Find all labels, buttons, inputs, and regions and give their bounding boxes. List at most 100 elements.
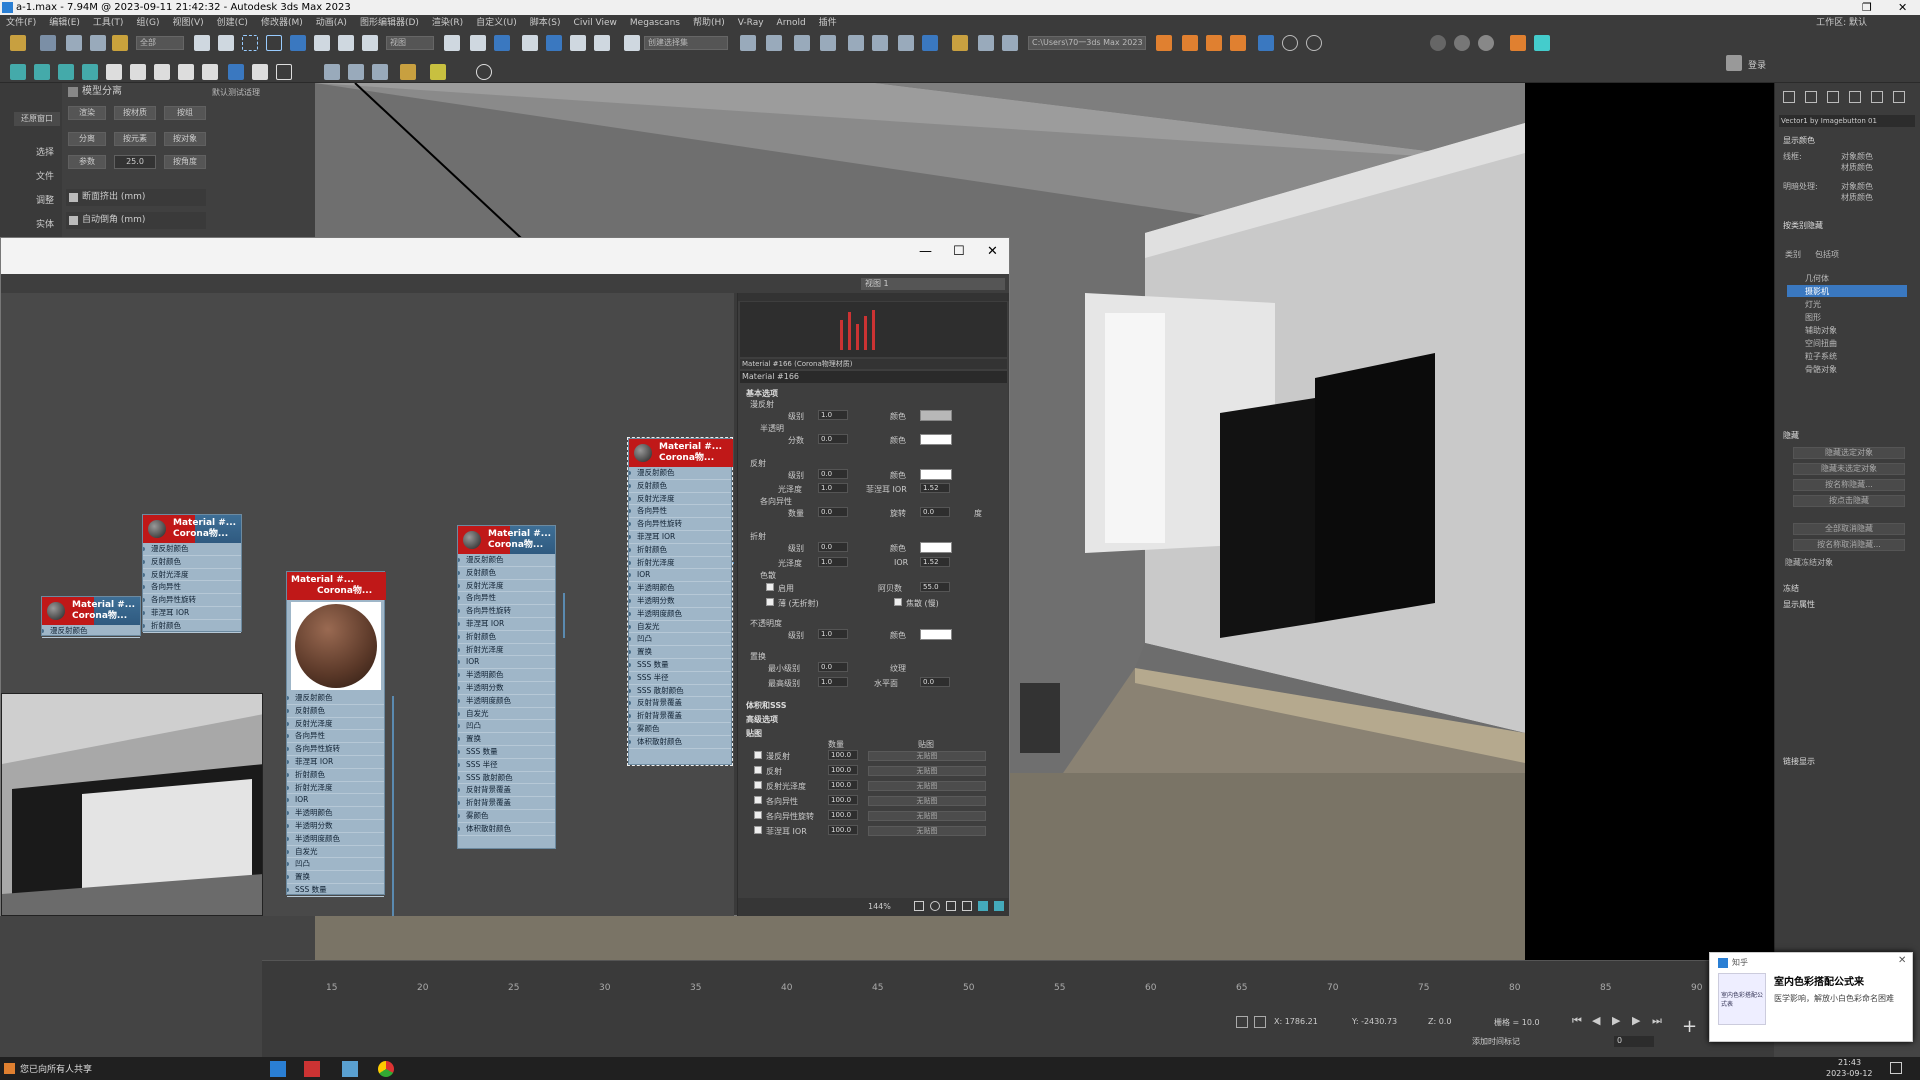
menu-graph-editors[interactable]: 图形编辑器(D) <box>360 15 419 31</box>
max-level-spinner[interactable]: 1.0 <box>818 677 848 687</box>
zoom-extents-icon[interactable] <box>962 901 972 911</box>
filter-helpers[interactable]: 辅助对象 <box>1805 325 1837 336</box>
node-slot[interactable]: 折射背景覆盖 <box>629 710 731 723</box>
play-icon[interactable]: ▶ <box>1612 1014 1620 1027</box>
node-slot[interactable]: 折射光泽度 <box>629 557 731 570</box>
diffuse-color-swatch[interactable] <box>920 410 952 421</box>
basic-options-section[interactable]: 基本选项 <box>746 388 778 399</box>
next-frame-icon[interactable]: ▶ <box>1632 1014 1640 1027</box>
go-to-start-icon[interactable]: ⏮ <box>1572 1014 1582 1028</box>
project-path-dropdown[interactable]: C:\Users\70一3ds Max 2023 <box>1028 36 1146 50</box>
z-coordinate[interactable]: Z: 0.0 <box>1428 1017 1451 1026</box>
menu-file[interactable]: 文件(F) <box>6 15 36 31</box>
undo-icon[interactable] <box>10 35 26 51</box>
node-slot[interactable]: 半透明度颜色 <box>458 695 555 708</box>
refraction-gloss-spinner[interactable]: 1.0 <box>818 557 848 567</box>
abbe-spinner[interactable]: 55.0 <box>920 582 950 592</box>
fresnel-ior-spinner[interactable]: 1.52 <box>920 483 950 493</box>
map-slot-button[interactable]: 无贴图 <box>868 781 986 791</box>
translucency-color-swatch[interactable] <box>920 434 952 445</box>
menu-animation[interactable]: 动画(A) <box>316 15 347 31</box>
opacity-color-swatch[interactable] <box>920 629 952 640</box>
node-slot[interactable]: 反射颜色 <box>629 480 731 493</box>
reflection-color-swatch[interactable] <box>920 469 952 480</box>
filter-camera[interactable]: 摄影机 <box>1805 286 1829 297</box>
node-slot[interactable]: SSS 散射颜色 <box>629 685 731 698</box>
lock-selection-icon[interactable] <box>1254 1016 1266 1028</box>
zoom-region-icon[interactable] <box>946 901 956 911</box>
maps-section[interactable]: 贴图 <box>746 728 762 739</box>
redo-icon[interactable] <box>40 35 56 51</box>
map-slot-button[interactable]: 无贴图 <box>868 796 986 806</box>
reference-coord-dropdown[interactable]: 视图 <box>386 36 434 50</box>
node-slot[interactable]: 自发光 <box>458 708 555 721</box>
chamfer-checkbox[interactable] <box>69 216 78 225</box>
by-angle-button[interactable]: 按角度 <box>164 155 206 169</box>
node-slot[interactable]: 凹凸 <box>287 858 384 872</box>
grid-icon[interactable] <box>130 64 146 80</box>
map-enable-checkbox[interactable] <box>754 826 762 834</box>
curve-editor-icon[interactable] <box>872 35 888 51</box>
notification-center-icon[interactable] <box>1890 1062 1902 1074</box>
map-slot-button[interactable]: 无贴图 <box>868 751 986 761</box>
filter-bones[interactable]: 骨骼对象 <box>1805 364 1837 375</box>
ribbon-icon[interactable] <box>848 35 864 51</box>
render-button[interactable]: 渲染 <box>68 106 106 120</box>
node-header[interactable]: Material #... Corona物... <box>143 515 241 543</box>
minimize-icon[interactable]: — <box>919 244 932 259</box>
target-icon[interactable] <box>1282 35 1298 51</box>
node-slot[interactable]: 各向异性旋转 <box>143 594 241 607</box>
menu-create[interactable]: 创建(C) <box>217 15 248 31</box>
filter-geometry[interactable]: 几何体 <box>1805 273 1829 284</box>
view-dropdown[interactable]: 视图 1 <box>861 278 1005 290</box>
material-node-expanded[interactable]: Material #... Corona物... 漫反射颜色 反射颜色 反射光泽… <box>286 571 386 897</box>
map-amount-spinner[interactable]: 100.0 <box>828 795 858 805</box>
chrome-taskbar-icon[interactable] <box>378 1061 394 1077</box>
map-enable-checkbox[interactable] <box>754 811 762 819</box>
adjust-tab[interactable]: 调整 <box>36 193 54 206</box>
select-by-name-icon[interactable] <box>218 35 234 51</box>
object-name-field[interactable]: Vector1 by Imagebutton 01 <box>1779 115 1915 127</box>
opacity-level-spinner[interactable]: 1.0 <box>818 629 848 639</box>
node-slot[interactable]: 漫反射颜色 <box>629 467 731 480</box>
display-properties-header[interactable]: 显示属性 <box>1783 599 1815 610</box>
add-time-tag[interactable]: 添加时间标记 <box>1472 1036 1520 1047</box>
3dsmax-taskbar-icon[interactable] <box>270 1061 286 1077</box>
layer-explorer-icon[interactable] <box>820 35 836 51</box>
unhide-all-button[interactable]: 全部取消隐藏 <box>1793 523 1905 535</box>
hide-by-name-button[interactable]: 按名称隐藏... <box>1793 479 1905 491</box>
material-node[interactable]: Material #... Corona物... 漫反射颜色 <box>41 596 141 638</box>
panel-icon[interactable] <box>348 64 364 80</box>
select-manipulate-icon[interactable] <box>470 35 486 51</box>
node-slot[interactable]: 自发光 <box>629 621 731 634</box>
menu-help[interactable]: 帮助(H) <box>693 15 725 31</box>
anisotropy-rotation-spinner[interactable]: 0.0 <box>920 507 950 517</box>
user-icon[interactable] <box>1726 55 1742 71</box>
bind-space-warp-icon[interactable] <box>112 35 128 51</box>
filter-space-warps[interactable]: 空间扭曲 <box>1805 338 1837 349</box>
anisotropy-amount-spinner[interactable]: 0.0 <box>818 507 848 517</box>
command-panel-icon[interactable] <box>10 64 26 80</box>
rendered-frame-icon[interactable] <box>978 35 994 51</box>
category-tab[interactable]: 类别 <box>1785 249 1801 260</box>
map-amount-spinner[interactable]: 100.0 <box>828 810 858 820</box>
node-slot[interactable]: 自发光 <box>287 846 384 859</box>
node-slot[interactable]: 漫反射颜色 <box>458 554 555 567</box>
add-icon[interactable]: + <box>1682 1016 1697 1037</box>
sphere-icon[interactable] <box>1430 35 1446 51</box>
shaded-object-color-radio[interactable]: 对象颜色 <box>1841 181 1873 192</box>
node-slot[interactable]: 半透明颜色 <box>629 582 731 595</box>
unlink-icon[interactable] <box>90 35 106 51</box>
translucency-fraction-spinner[interactable]: 0.0 <box>818 434 848 444</box>
isolate-icon[interactable] <box>1236 1016 1248 1028</box>
node-graph-view[interactable]: Material #... Corona物... 漫反射颜色 Material … <box>1 293 734 916</box>
menu-customize[interactable]: 自定义(U) <box>476 15 517 31</box>
rotate-icon[interactable] <box>314 35 330 51</box>
node-slot[interactable]: 半透明分数 <box>287 820 384 833</box>
hide-header[interactable]: 隐藏 <box>1783 430 1799 441</box>
zoom-selected-icon[interactable] <box>978 901 988 911</box>
clock-date[interactable]: 2023-09-12 <box>1826 1069 1873 1078</box>
filter-lights[interactable]: 灯光 <box>1805 299 1821 310</box>
app3-taskbar-icon[interactable] <box>342 1061 358 1077</box>
node-slot[interactable]: 各向异性 <box>458 592 555 606</box>
